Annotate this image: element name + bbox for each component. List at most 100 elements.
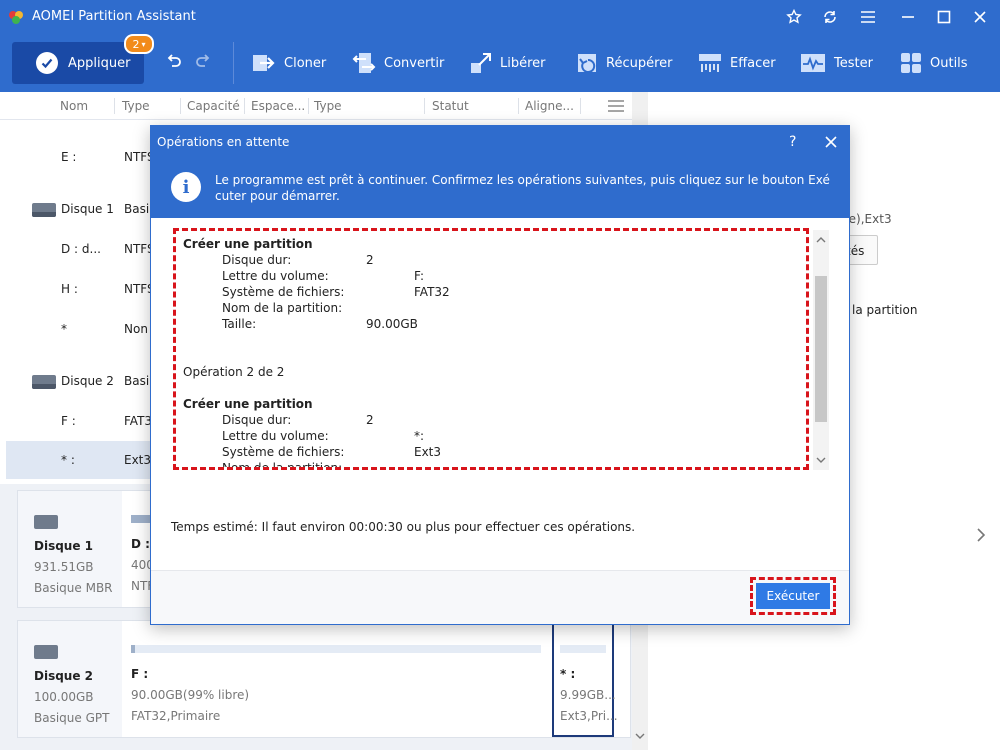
op-field-value: F:: [414, 269, 425, 283]
column-type[interactable]: Type: [122, 99, 150, 113]
dialog-footer: [151, 570, 849, 624]
menu-icon[interactable]: [854, 5, 882, 29]
column-divider: [580, 98, 581, 114]
op-field-value: 2: [366, 413, 374, 427]
row-name: F :: [61, 414, 76, 428]
disk-icon: [32, 203, 56, 217]
operation-title: Créer une partition: [183, 237, 313, 251]
op-field-key: Nom de la partition:: [222, 301, 343, 315]
disk-size: 931.51GB: [34, 560, 94, 574]
free-up-label: Libérer: [500, 55, 546, 71]
column-divider: [518, 98, 519, 114]
column-divider: [114, 98, 115, 114]
disk-kind: Basique MBR: [34, 581, 113, 595]
partition-bar[interactable]: [131, 645, 541, 653]
op-field-key: Système de fichiers:: [222, 445, 345, 459]
dialog-info-banner: i Le programme est prêt à continuer. Con…: [151, 158, 849, 218]
free-up-icon: [471, 53, 491, 73]
tools-button[interactable]: Outils: [900, 50, 968, 76]
disk-size: 100.00GB: [34, 690, 94, 704]
operations-scrollbar[interactable]: [813, 230, 829, 470]
convert-label: Convertir: [384, 55, 445, 71]
free-up-button[interactable]: Libérer: [470, 50, 546, 76]
row-name: H :: [61, 282, 78, 296]
close-icon[interactable]: [966, 5, 994, 29]
app-logo-icon: [9, 11, 23, 24]
disk-icon: [32, 375, 56, 389]
check-icon: [36, 52, 58, 74]
favorite-star-icon[interactable]: [780, 5, 808, 29]
pending-count-badge[interactable]: 2 ▾: [124, 34, 154, 54]
recover-icon: [578, 54, 596, 73]
help-icon[interactable]: ?: [789, 134, 796, 150]
clone-button[interactable]: Cloner: [252, 50, 326, 76]
op-field-key: Disque dur:: [222, 413, 292, 427]
recover-button[interactable]: Récupérer: [576, 50, 673, 76]
column-divider: [308, 98, 309, 114]
undo-icon[interactable]: [164, 52, 184, 75]
dialog-close-icon[interactable]: [825, 136, 837, 148]
partition-fs: FAT32,Primaire: [131, 709, 221, 723]
disk-card[interactable]: Disque 2 100.00GB Basique GPT F : 90.00G…: [17, 620, 631, 738]
partition-label: D :: [131, 537, 150, 551]
apply-label: Appliquer: [68, 55, 131, 71]
row-name: Disque 1: [61, 202, 114, 216]
partition-link[interactable]: la partition: [852, 303, 917, 317]
execute-highlight: Exécuter: [750, 577, 836, 615]
execute-button[interactable]: Exécuter: [756, 583, 830, 609]
operation-counter: Opération 2 de 2: [183, 365, 285, 379]
scroll-down-icon[interactable]: [635, 732, 645, 740]
wipe-button[interactable]: Effacer: [698, 50, 776, 76]
disk-name: Disque 1: [34, 539, 94, 553]
column-space[interactable]: Espace...: [251, 99, 305, 113]
op-field-key: Taille:: [222, 317, 257, 331]
app-title: AOMEI Partition Assistant: [32, 9, 196, 24]
op-field-value: Ext3: [414, 445, 442, 459]
column-alignment[interactable]: Aligne...: [525, 99, 574, 113]
scroll-up-icon[interactable]: [816, 236, 826, 244]
minimize-icon[interactable]: [894, 5, 922, 29]
top-bar: AOMEI Partition Assistant Appliquer 2 ▾: [0, 0, 1000, 92]
toolbar-divider: [233, 42, 234, 84]
column-capacity[interactable]: Capacité: [187, 99, 240, 113]
column-fs-type[interactable]: Type: [314, 99, 342, 113]
row-name: * :: [61, 453, 75, 467]
scroll-down-icon[interactable]: [816, 456, 826, 464]
disk-name: Disque 2: [34, 669, 94, 683]
column-header: Nom Type Capacité Espace... Type Statut …: [0, 92, 632, 120]
test-button[interactable]: Tester: [800, 50, 873, 76]
op-field-value: FAT32: [414, 285, 450, 299]
row-name: D : d...: [61, 242, 101, 256]
disk-icon: [34, 515, 58, 529]
row-name: E :: [61, 150, 77, 164]
disk-kind: Basique GPT: [34, 711, 110, 725]
op-field-key: Nom de la partition:: [222, 461, 343, 470]
chevron-right-icon[interactable]: [976, 528, 986, 542]
fs-fragment: re),Ext3: [844, 212, 892, 226]
disk-card-info: Disque 2 100.00GB Basique GPT: [18, 621, 122, 737]
column-name[interactable]: Nom: [60, 99, 88, 113]
maximize-icon[interactable]: [930, 5, 958, 29]
column-divider: [424, 98, 425, 114]
selected-partition[interactable]: * : 9.99GB... Ext3,Pri...: [552, 621, 618, 737]
dialog-title: Opérations en attente: [157, 135, 290, 149]
test-label: Tester: [834, 55, 873, 71]
column-status[interactable]: Statut: [432, 99, 469, 113]
dialog-info-text: Le programme est prêt à continuer. Confi…: [215, 173, 830, 203]
clone-icon: [253, 55, 275, 71]
operation-title: Créer une partition: [183, 397, 313, 411]
row-type: Ext3: [124, 453, 152, 467]
partition-label: * :: [560, 667, 576, 681]
row-type: Basi: [124, 374, 150, 388]
op-field-key: Disque dur:: [222, 253, 292, 267]
partition-fs: Ext3,Pri...: [560, 709, 618, 723]
partition-size: 90.00GB(99% libre): [131, 688, 250, 702]
refresh-icon[interactable]: [816, 5, 844, 29]
column-settings-icon[interactable]: [608, 100, 624, 112]
redo-icon[interactable]: [193, 52, 213, 75]
clone-label: Cloner: [284, 55, 327, 71]
scroll-thumb[interactable]: [815, 276, 827, 422]
partition-size: 9.99GB...: [560, 688, 616, 702]
convert-button[interactable]: Convertir: [352, 50, 444, 76]
tools-icon: [901, 53, 921, 73]
